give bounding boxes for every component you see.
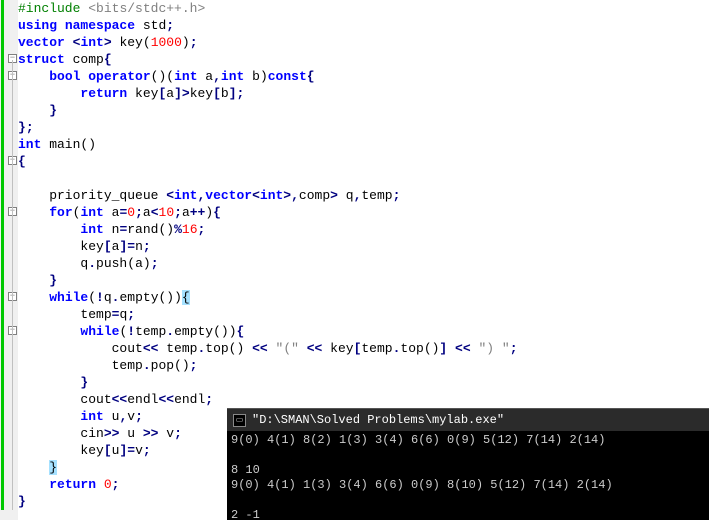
code-line[interactable]: cout<<endl<<endl; — [18, 391, 518, 408]
code-line[interactable]: { — [18, 153, 518, 170]
code-line[interactable]: cout<< temp.top() << "(" << key[temp.top… — [18, 340, 518, 357]
fold-guide — [12, 60, 13, 510]
code-line[interactable]: vector <int> key(1000); — [18, 34, 518, 51]
console-title-text: "D:\SMAN\Solved Problems\mylab.exe" — [252, 413, 504, 427]
code-line[interactable]: return key[a]>key[b]; — [18, 85, 518, 102]
code-line[interactable]: bool operator()(int a,int b)const{ — [18, 68, 518, 85]
code-line[interactable]: #include <bits/stdc++.h> — [18, 0, 518, 17]
console-window[interactable]: ▭ "D:\SMAN\Solved Problems\mylab.exe" 9(… — [227, 408, 709, 520]
code-line[interactable]: q.push(a); — [18, 255, 518, 272]
cmd-icon: ▭ — [233, 414, 246, 427]
code-line[interactable]: using namespace std; — [18, 17, 518, 34]
code-line[interactable] — [18, 170, 518, 187]
code-line[interactable]: temp.pop(); — [18, 357, 518, 374]
console-output[interactable]: 9(0) 4(1) 8(2) 1(3) 3(4) 6(6) 0(9) 5(12)… — [227, 431, 709, 520]
code-line[interactable]: } — [18, 374, 518, 391]
code-line[interactable]: } — [18, 102, 518, 119]
code-line[interactable]: int main() — [18, 136, 518, 153]
code-line[interactable]: while(!temp.empty()){ — [18, 323, 518, 340]
console-titlebar[interactable]: ▭ "D:\SMAN\Solved Problems\mylab.exe" — [227, 409, 709, 431]
fold-column[interactable]: −−−−−− — [4, 0, 18, 520]
code-line[interactable]: } — [18, 272, 518, 289]
code-line[interactable]: priority_queue <int,vector<int>,comp> q,… — [18, 187, 518, 204]
code-line[interactable]: key[a]=n; — [18, 238, 518, 255]
code-line[interactable]: while(!q.empty()){ — [18, 289, 518, 306]
code-line[interactable]: for(int a=0;a<10;a++){ — [18, 204, 518, 221]
code-line[interactable]: struct comp{ — [18, 51, 518, 68]
code-line[interactable]: int n=rand()%16; — [18, 221, 518, 238]
code-line[interactable]: }; — [18, 119, 518, 136]
code-line[interactable]: temp=q; — [18, 306, 518, 323]
